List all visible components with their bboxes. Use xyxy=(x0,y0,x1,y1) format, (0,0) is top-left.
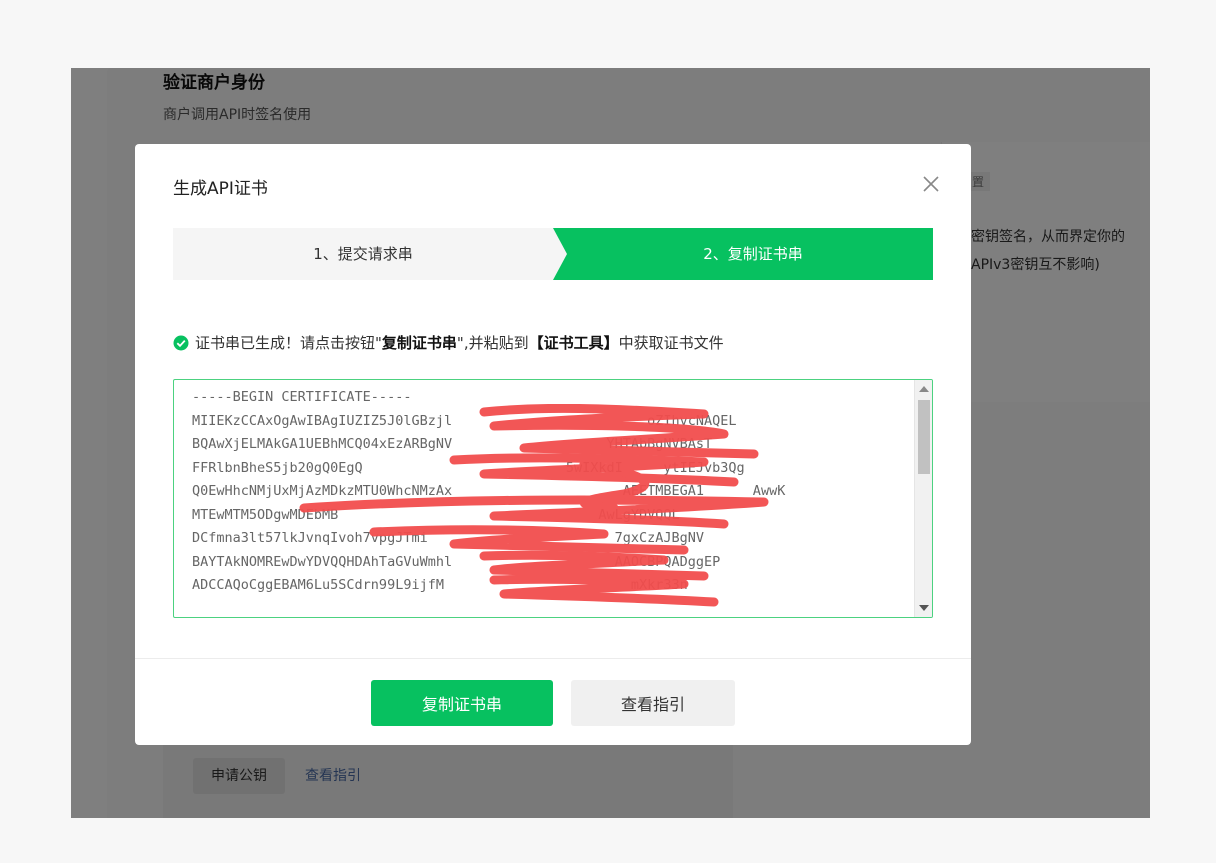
step-indicator: 1、提交请求串 2、复制证书串 xyxy=(173,228,933,280)
notice-text-2: ",并粘贴到 xyxy=(456,334,529,352)
notice-text-3: 中获取证书文件 xyxy=(618,334,724,352)
success-notice: 证书串已生成！请点击按钮" 复制证书串 ",并粘贴到 【证书工具】 中获取证书文… xyxy=(173,332,724,353)
certificate-scrollbar[interactable] xyxy=(914,380,932,617)
scroll-down-arrow-icon[interactable] xyxy=(919,605,929,611)
view-guide-button[interactable]: 查看指引 xyxy=(571,680,735,726)
copy-certificate-button[interactable]: 复制证书串 xyxy=(371,680,553,726)
generate-api-cert-dialog: 生成API证书 1、提交请求串 2、复制证书串 证书串已生成！请点击按钮" 复制… xyxy=(135,144,971,745)
certificate-text[interactable]: -----BEGIN CERTIFICATE----- MIIEKzCCAxOg… xyxy=(192,386,902,598)
footer-divider xyxy=(135,658,971,659)
certificate-textarea[interactable]: -----BEGIN CERTIFICATE----- MIIEKzCCAxOg… xyxy=(173,379,933,618)
notice-bold-copy: 复制证书串 xyxy=(381,334,457,352)
notice-bold-tool: 【证书工具】 xyxy=(528,334,619,352)
dialog-title: 生成API证书 xyxy=(173,179,268,199)
notice-text-1: 证书串已生成！请点击按钮" xyxy=(195,334,382,352)
scroll-thumb[interactable] xyxy=(918,400,930,474)
step-submit-request: 1、提交请求串 xyxy=(173,228,573,280)
close-icon[interactable] xyxy=(917,170,945,198)
step-copy-certificate: 2、复制证书串 xyxy=(553,228,933,280)
check-circle-icon xyxy=(173,335,189,351)
scroll-up-arrow-icon[interactable] xyxy=(919,386,929,392)
